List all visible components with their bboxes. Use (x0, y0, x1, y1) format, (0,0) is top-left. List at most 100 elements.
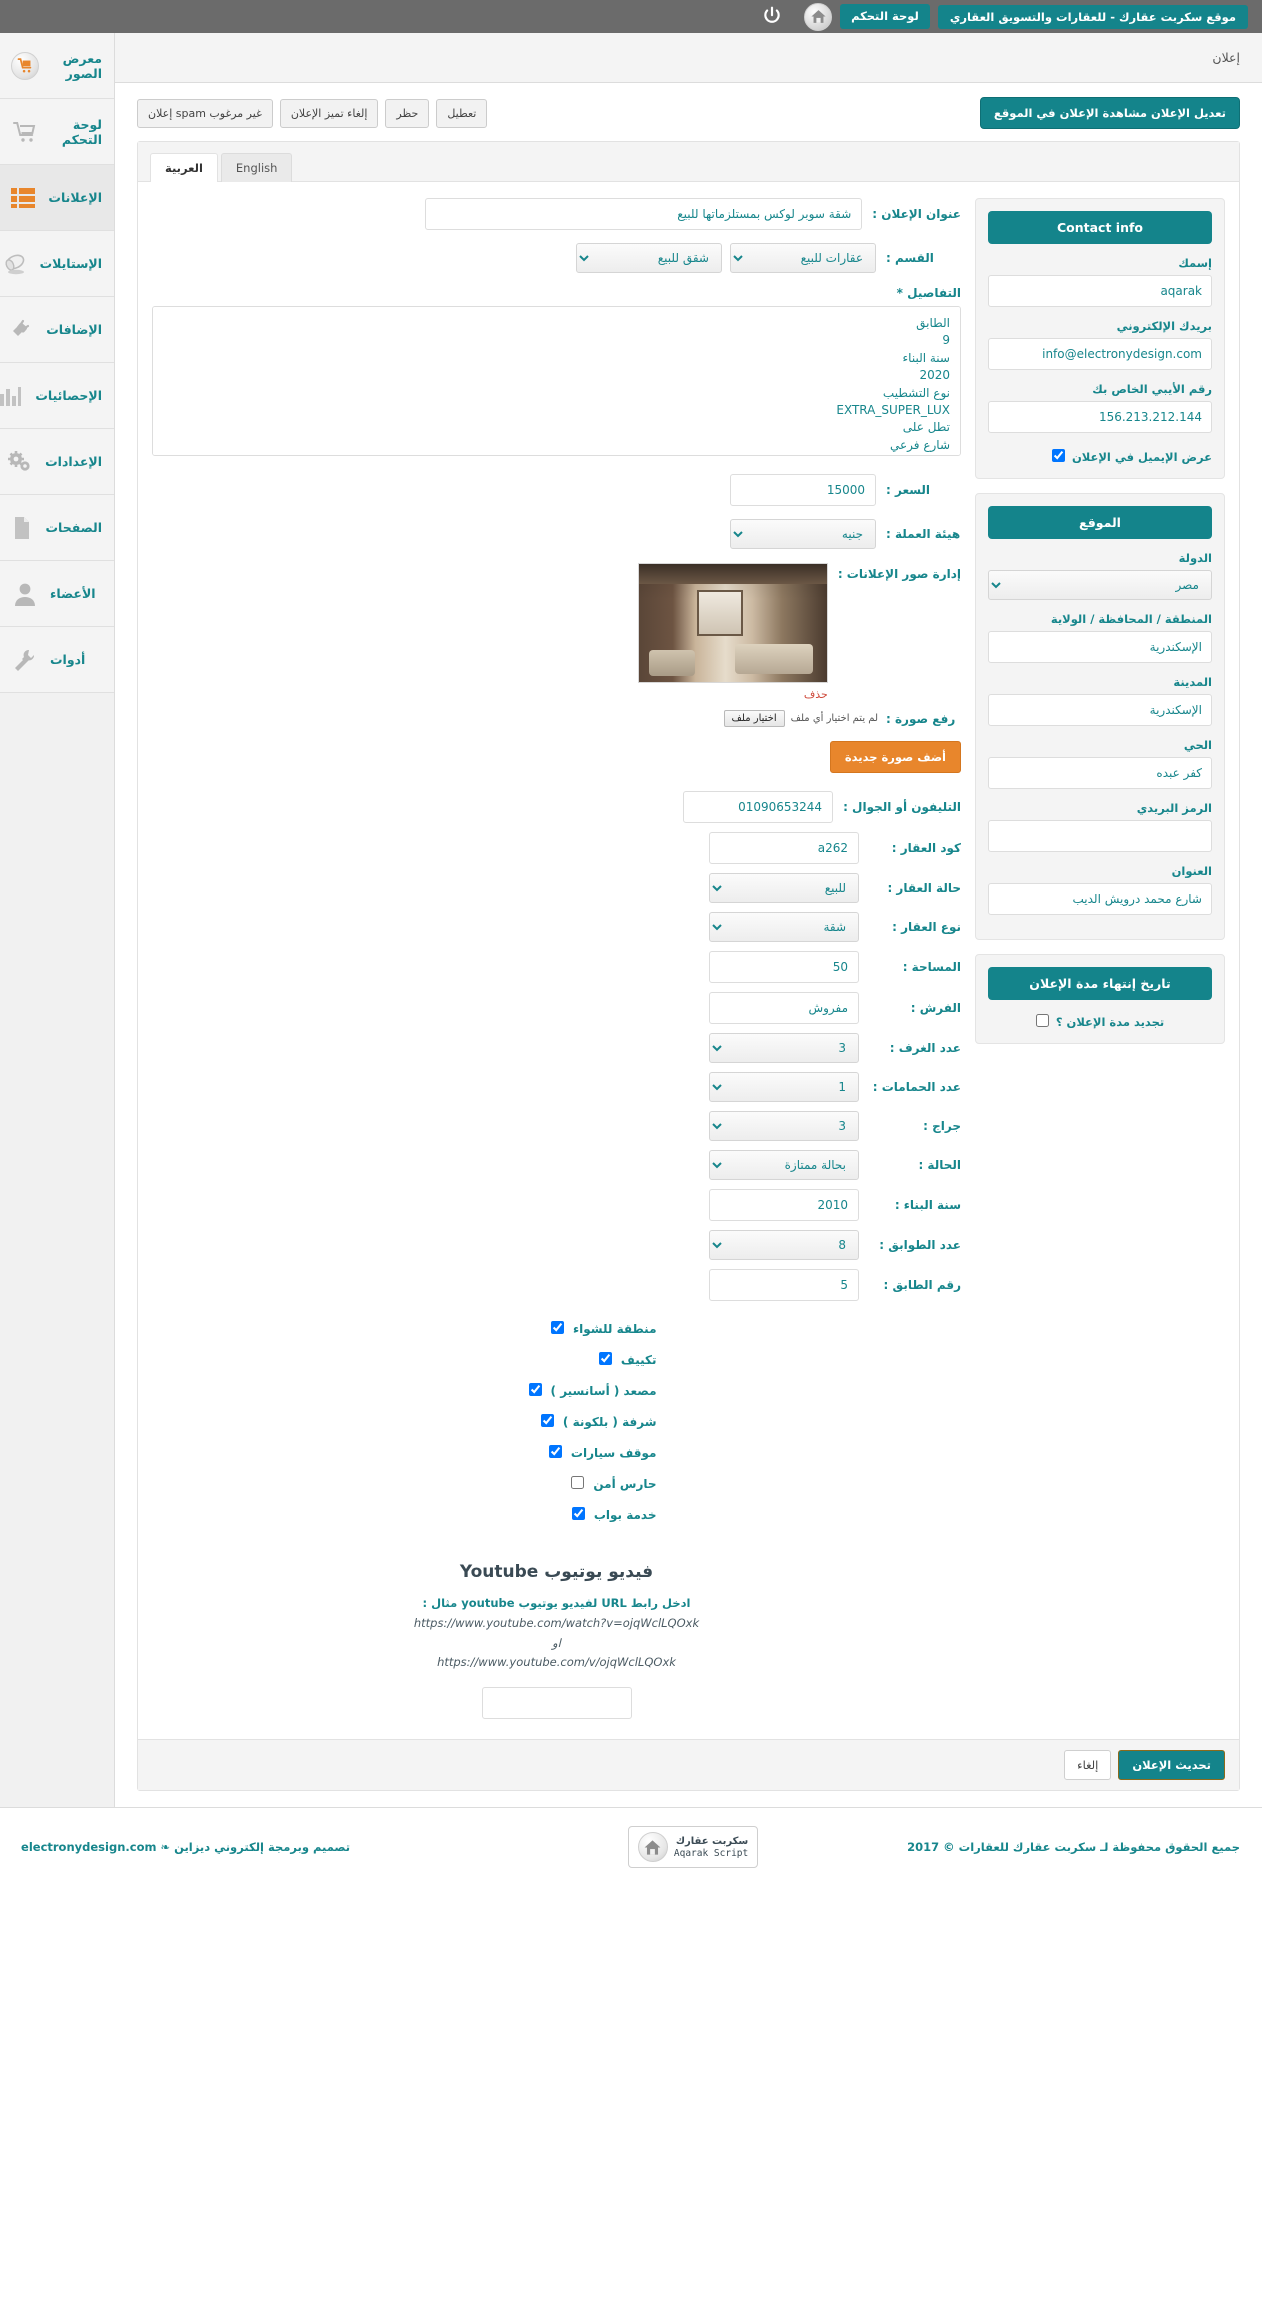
choose-file-button[interactable]: اختيار ملف (724, 710, 786, 727)
sidebar-item-ads[interactable]: الإعلانات (1, 165, 115, 231)
property-label: كود العقار : (892, 841, 962, 855)
property-row: جراج : 3 (153, 1111, 962, 1141)
floors-count-select[interactable]: 8 (710, 1230, 860, 1260)
show-email-checkbox[interactable] (1052, 449, 1066, 462)
balcony-checkbox[interactable] (541, 1414, 555, 1427)
tab-arabic[interactable]: العربية (151, 153, 219, 182)
region-input[interactable] (989, 631, 1213, 663)
feature-label: تكييف (621, 1352, 658, 1367)
property-row: الحالة : بحالة ممتازة (153, 1150, 962, 1180)
area-input[interactable] (710, 951, 860, 983)
property-label: عدد الحمامات : (873, 1080, 962, 1094)
category-select[interactable]: عقارات للبيع (731, 243, 877, 273)
feature-checkbox[interactable] (541, 1412, 555, 1431)
property-status-select[interactable]: للبيع (710, 873, 860, 903)
district-label: الحي (1184, 738, 1213, 752)
file-status-text: لم يتم اختيار أي ملف (791, 713, 879, 724)
property-type-select[interactable]: شقة (710, 912, 860, 942)
parking-checkbox[interactable] (549, 1445, 563, 1458)
feature-checkbox[interactable] (599, 1350, 613, 1369)
phone-input[interactable] (684, 791, 835, 823)
bbq-checkbox[interactable] (552, 1321, 565, 1334)
sidebar-item-tools[interactable]: أدوات (1, 627, 115, 693)
sidebar-item-members[interactable]: الأعضاء (1, 561, 115, 627)
city-input[interactable] (989, 694, 1213, 726)
tab-english[interactable]: English (221, 153, 294, 182)
sidebar-item-styles[interactable]: الإستايلات (1, 231, 115, 297)
property-row: رقم الطابق : (153, 1269, 962, 1301)
sidebar-item-addons[interactable]: الإضافات (1, 297, 115, 363)
zip-input[interactable] (989, 820, 1213, 852)
email-input[interactable] (989, 338, 1213, 370)
security-guard-checkbox[interactable] (572, 1476, 586, 1489)
show-email-checkbox-wrap[interactable] (1052, 447, 1066, 466)
ip-input[interactable] (989, 401, 1213, 433)
footer-logo-title: سكربت عقارك (676, 1835, 750, 1847)
rooms-select[interactable]: 3 (710, 1033, 860, 1063)
property-control (710, 832, 860, 864)
currency-select[interactable]: جنيه (731, 519, 877, 549)
doorman-checkbox[interactable] (572, 1507, 586, 1520)
ac-checkbox[interactable] (599, 1352, 613, 1365)
update-ad-button[interactable]: تحديث الإعلان (1119, 1749, 1226, 1780)
property-control (710, 992, 860, 1024)
delete-image-link[interactable]: حذف (805, 688, 829, 701)
property-row: كود العقار : (153, 832, 962, 864)
ban-button[interactable]: حظر (386, 98, 431, 128)
price-input[interactable] (731, 474, 877, 506)
youtube-heading: فيديو يوتيوب Youtube (460, 1562, 655, 1582)
cancel-button[interactable]: إلغاء (1065, 1749, 1113, 1780)
ad-image-thumbnail[interactable] (638, 563, 829, 683)
home-icon[interactable] (805, 2, 834, 31)
feature-checkbox[interactable] (529, 1381, 543, 1400)
sidebar-item-dashboard[interactable]: لوحة التحكم (1, 99, 115, 165)
footer-design-domain[interactable]: electronydesign.com (22, 1840, 157, 1854)
add-image-button[interactable]: أضف صورة جديدة (830, 741, 962, 773)
sidebar-item-gallery[interactable]: معرض الصور (1, 33, 115, 99)
elevator-checkbox[interactable] (529, 1383, 543, 1396)
disable-button[interactable]: تعطيل (437, 98, 489, 128)
ad-title-input[interactable] (426, 198, 864, 230)
property-code-input[interactable] (710, 832, 860, 864)
sidebar-item-settings[interactable]: الإعدادات (1, 429, 115, 495)
youtube-input-wrap (153, 1686, 962, 1719)
bathrooms-select[interactable]: 1 (710, 1072, 860, 1102)
feature-checkbox[interactable] (572, 1505, 586, 1524)
sidebar-item-label: الإستايلات (40, 256, 103, 271)
renew-checkbox[interactable] (1036, 1014, 1050, 1027)
details-textarea[interactable]: الطابق 9 سنة البناء 2020 نوع التشطيب EXT… (153, 306, 962, 456)
power-icon[interactable] (760, 3, 786, 29)
feature-row: شرفة ( بلكونة ) (458, 1412, 658, 1431)
renew-checkbox-wrap[interactable] (1036, 1012, 1050, 1031)
country-select[interactable]: مصر (989, 570, 1213, 600)
view-ad-button[interactable]: تعديل الإعلان مشاهدة الإعلان في الموقع (980, 97, 1241, 129)
condition-select[interactable]: بحالة ممتازة (710, 1150, 860, 1180)
sidebar-item-pages[interactable]: الصفحات (1, 495, 115, 561)
address-input[interactable] (989, 883, 1213, 915)
furnishing-input[interactable] (710, 992, 860, 1024)
dashboard-button[interactable]: لوحة التحكم (841, 4, 931, 29)
property-label: عدد الغرف : (890, 1041, 962, 1055)
youtube-url-input[interactable] (482, 1686, 633, 1719)
floor-number-input[interactable] (710, 1269, 860, 1301)
build-year-input[interactable] (710, 1189, 860, 1221)
feature-checkbox[interactable] (549, 1443, 563, 1462)
property-control: 1 (710, 1072, 860, 1102)
plug-icon (7, 315, 37, 345)
cart-icon (11, 117, 41, 147)
district-input[interactable] (989, 757, 1213, 789)
garage-select[interactable]: 3 (710, 1111, 860, 1141)
property-fields: التليفون أو الجوال : كود العقار : حالة ا… (153, 791, 962, 1301)
features-list: منطقة للشواء تكييف مصعد ( أسانسير ) شرفة… (153, 1319, 962, 1536)
feature-checkbox[interactable] (552, 1319, 565, 1338)
form-footer: تحديث الإعلان إلغاء (139, 1738, 1240, 1790)
images-row: إدارة صور الإعلانات : حذف (153, 563, 962, 702)
spam-button[interactable]: غير مرغوب spam إعلان (138, 98, 274, 128)
property-row: التليفون أو الجوال : (153, 791, 962, 823)
unfeature-button[interactable]: إلغاء تميز الإعلان (280, 98, 380, 128)
page-wrap: معرض الصور لوحة التحكم الإعلانات الإستاي… (0, 33, 1263, 1807)
feature-checkbox[interactable] (572, 1474, 586, 1493)
subcategory-select[interactable]: شقق للبيع (577, 243, 723, 273)
name-input[interactable] (989, 275, 1213, 307)
sidebar-item-stats[interactable]: الإحصائيات (1, 363, 115, 429)
